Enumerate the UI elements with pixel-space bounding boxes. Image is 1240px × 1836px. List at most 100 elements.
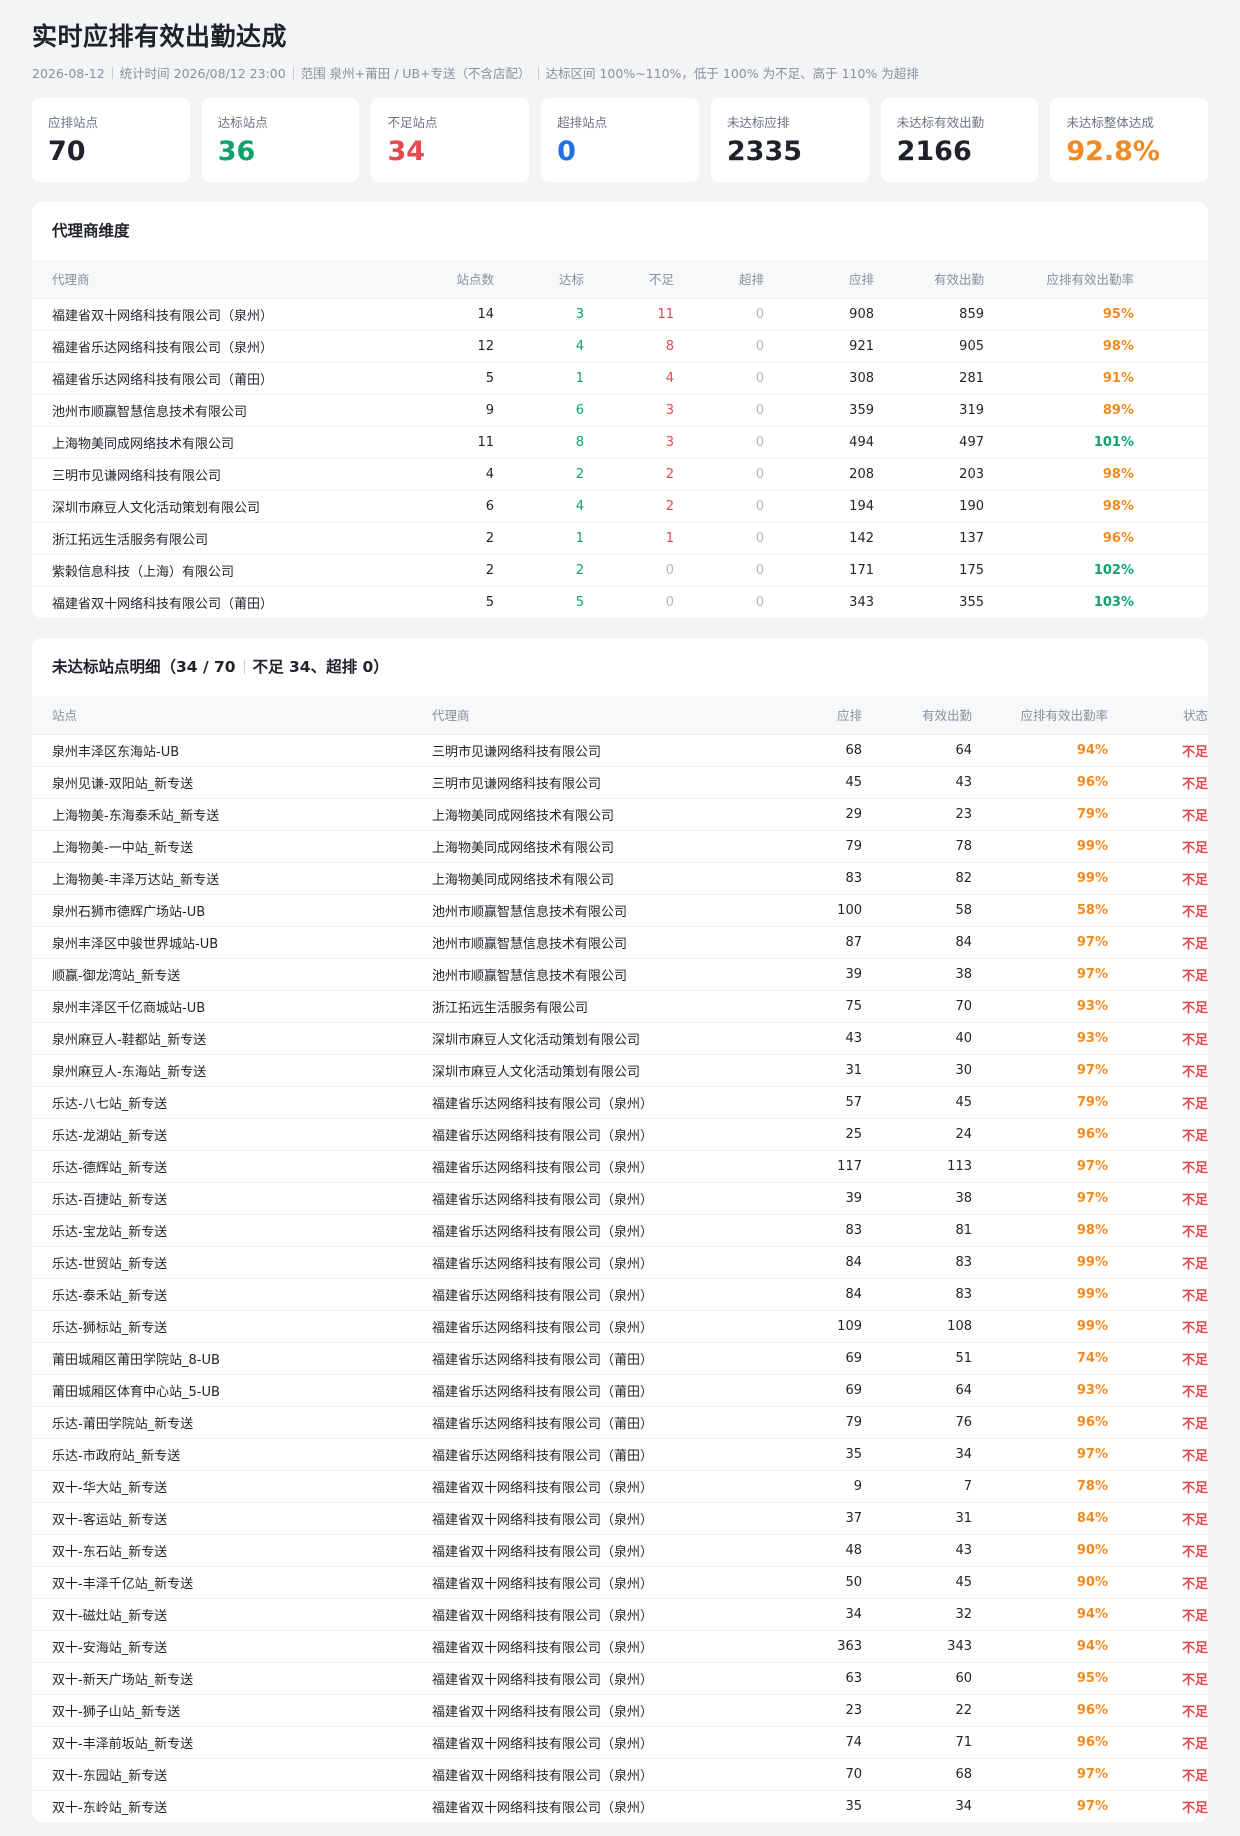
site-name-cell: 泉州石狮市德辉广场站-UB	[32, 893, 412, 926]
kpi-value: 34	[387, 136, 426, 167]
status-badge: 不足	[1108, 861, 1208, 894]
kpi-value: 2166	[896, 136, 972, 167]
scheduled-cell: 63	[712, 1661, 862, 1694]
status-badge: 不足	[1108, 1021, 1208, 1054]
site-table-header: 站点 代理商 应排 有效出勤 应排有效出勤率 状态	[32, 696, 1208, 734]
column-header[interactable]: 应排	[712, 696, 862, 734]
rate-cell: 98%	[972, 1213, 1108, 1246]
status-badge: 不足	[1108, 1789, 1208, 1822]
rule-text: 达标区间 100%~110%，低于 100% 为不足、高于 110% 为超排	[545, 66, 919, 81]
table-row[interactable]: 泉州丰泽区东海站-UB 三明市见谦网络科技有限公司 68 64 94% 不足	[32, 733, 1208, 766]
table-row[interactable]: 福建省双十网络科技有限公司（泉州） 14 3 11 0 908 859 95%	[32, 297, 1208, 330]
agent-name-cell: 浙江拓远生活服务有限公司	[412, 989, 712, 1022]
row-spacer	[1134, 553, 1208, 586]
table-row[interactable]: 泉州石狮市德辉广场站-UB 池州市顺赢智慧信息技术有限公司 100 58 58% 不足	[32, 893, 1208, 926]
table-row[interactable]: 上海物美-丰泽万达站_新专送 上海物美同成网络技术有限公司 83 82 99% 不足	[32, 861, 1208, 894]
table-row[interactable]: 福建省乐达网络科技有限公司（莆田） 5 1 4 0 308 281 91%	[32, 361, 1208, 394]
table-row[interactable]: 双十-安海站_新专送 福建省双十网络科技有限公司（泉州） 363 343 94% 不足	[32, 1629, 1208, 1662]
table-row[interactable]: 泉州麻豆人-鞋都站_新专送 深圳市麻豆人文化活动策划有限公司 43 40 93% 不足	[32, 1021, 1208, 1054]
ok-count-cell: 6	[494, 393, 584, 426]
status-badge: 不足	[1108, 829, 1208, 862]
attendance-cell: 68	[862, 1757, 972, 1790]
table-row[interactable]: 紫榖信息科技（上海）有限公司 2 2 0 0 171 175 102%	[32, 553, 1208, 586]
table-row[interactable]: 双十-东岭站_新专送 福建省双十网络科技有限公司（泉州） 35 34 97% 不足	[32, 1789, 1208, 1822]
table-row[interactable]: 乐达-八七站_新专送 福建省乐达网络科技有限公司（泉州） 57 45 79% 不足	[32, 1085, 1208, 1118]
table-row[interactable]: 双十-磁灶站_新专送 福建省双十网络科技有限公司（泉州） 34 32 94% 不足	[32, 1597, 1208, 1630]
table-row[interactable]: 乐达-泰禾站_新专送 福建省乐达网络科技有限公司（泉州） 84 83 99% 不足	[32, 1277, 1208, 1310]
attendance-cell: 60	[862, 1661, 972, 1694]
rate-cell: 78%	[972, 1469, 1108, 1502]
table-row[interactable]: 乐达-市政府站_新专送 福建省乐达网络科技有限公司（莆田） 35 34 97% 不足	[32, 1437, 1208, 1470]
scheduled-cell: 43	[712, 1021, 862, 1054]
table-row[interactable]: 顺赢-御龙湾站_新专送 池州市顺赢智慧信息技术有限公司 39 38 97% 不足	[32, 957, 1208, 990]
status-badge: 不足	[1108, 1085, 1208, 1118]
table-row[interactable]: 乐达-百捷站_新专送 福建省乐达网络科技有限公司（泉州） 39 38 97% 不足	[32, 1181, 1208, 1214]
table-row[interactable]: 浙江拓远生活服务有限公司 2 1 1 0 142 137 96%	[32, 521, 1208, 554]
column-header[interactable]: 代理商	[412, 696, 712, 734]
table-row[interactable]: 上海物美同成网络技术有限公司 11 8 3 0 494 497 101%	[32, 425, 1208, 458]
table-row[interactable]: 莆田城厢区莆田学院站_8-UB 福建省乐达网络科技有限公司（莆田） 69 51 74% 不…	[32, 1341, 1208, 1374]
rate-cell: 79%	[972, 797, 1108, 830]
over-count-cell: 0	[674, 393, 764, 426]
table-row[interactable]: 福建省乐达网络科技有限公司（泉州） 12 4 8 0 921 905 98%	[32, 329, 1208, 362]
attendance-cell: 859	[874, 297, 984, 330]
site-name-cell: 乐达-泰禾站_新专送	[32, 1277, 412, 1310]
table-row[interactable]: 池州市顺赢智慧信息技术有限公司 9 6 3 0 359 319 89%	[32, 393, 1208, 426]
table-row[interactable]: 福建省双十网络科技有限公司（莆田） 5 5 0 0 343 355 103%	[32, 585, 1208, 618]
table-row[interactable]: 双十-新天广场站_新专送 福建省双十网络科技有限公司（泉州） 63 60 95% 不足	[32, 1661, 1208, 1694]
scheduled-cell: 68	[712, 733, 862, 766]
divider	[292, 67, 294, 79]
status-badge: 不足	[1108, 1245, 1208, 1278]
column-header[interactable]: 有效出勤	[874, 260, 984, 298]
rate-cell: 99%	[972, 829, 1108, 862]
column-header[interactable]: 有效出勤	[862, 696, 972, 734]
kpi-card-unmet-scheduled: 未达标应排 2335	[710, 98, 869, 182]
table-row[interactable]: 泉州丰泽区中骏世界城站-UB 池州市顺赢智慧信息技术有限公司 87 84 97% 不足	[32, 925, 1208, 958]
column-header[interactable]: 代理商	[32, 260, 422, 298]
table-row[interactable]: 泉州丰泽区千亿商城站-UB 浙江拓远生活服务有限公司 75 70 93% 不足	[32, 989, 1208, 1022]
rate-cell: 90%	[972, 1533, 1108, 1566]
scheduled-cell: 34	[712, 1597, 862, 1630]
column-header[interactable]: 应排有效出勤率	[984, 260, 1134, 298]
table-row[interactable]: 乐达-世贸站_新专送 福建省乐达网络科技有限公司（泉州） 84 83 99% 不足	[32, 1245, 1208, 1278]
table-row[interactable]: 双十-丰泽前坂站_新专送 福建省双十网络科技有限公司（泉州） 74 71 96% 不足	[32, 1725, 1208, 1758]
kpi-card-short-sites: 不足站点 34	[371, 98, 530, 182]
table-row[interactable]: 上海物美-一中站_新专送 上海物美同成网络技术有限公司 79 78 99% 不足	[32, 829, 1208, 862]
short-count-cell: 2	[584, 457, 674, 490]
table-row[interactable]: 上海物美-东海泰禾站_新专送 上海物美同成网络技术有限公司 29 23 79% 不足	[32, 797, 1208, 830]
status-badge: 不足	[1108, 1533, 1208, 1566]
attendance-cell: 43	[862, 1533, 972, 1566]
column-header[interactable]: 应排	[764, 260, 874, 298]
table-row[interactable]: 乐达-莆田学院站_新专送 福建省乐达网络科技有限公司（莆田） 79 76 96% 不足	[32, 1405, 1208, 1438]
table-row[interactable]: 双十-东石站_新专送 福建省双十网络科技有限公司（泉州） 48 43 90% 不足	[32, 1533, 1208, 1566]
attendance-cell: 34	[862, 1789, 972, 1822]
table-row[interactable]: 深圳市麻豆人文化活动策划有限公司 6 4 2 0 194 190 98%	[32, 489, 1208, 522]
site-name-cell: 双十-新天广场站_新专送	[32, 1661, 412, 1694]
table-row[interactable]: 泉州见谦-双阳站_新专送 三明市见谦网络科技有限公司 45 43 96% 不足	[32, 765, 1208, 798]
scheduled-cell: 29	[712, 797, 862, 830]
table-row[interactable]: 双十-丰泽千亿站_新专送 福建省双十网络科技有限公司（泉州） 50 45 90% 不足	[32, 1565, 1208, 1598]
column-header[interactable]: 站点数	[422, 260, 494, 298]
short-count-cell: 3	[584, 393, 674, 426]
table-row[interactable]: 双十-客运站_新专送 福建省双十网络科技有限公司（泉州） 37 31 84% 不足	[32, 1501, 1208, 1534]
column-header[interactable]: 状态	[1108, 696, 1208, 734]
table-row[interactable]: 双十-狮子山站_新专送 福建省双十网络科技有限公司（泉州） 23 22 96% 不足	[32, 1693, 1208, 1726]
table-row[interactable]: 双十-东园站_新专送 福建省双十网络科技有限公司（泉州） 70 68 97% 不足	[32, 1757, 1208, 1790]
column-header[interactable]: 达标	[494, 260, 584, 298]
column-header[interactable]: 站点	[32, 696, 412, 734]
column-header[interactable]: 不足	[584, 260, 674, 298]
table-row[interactable]: 三明市见谦网络科技有限公司 4 2 2 0 208 203 98%	[32, 457, 1208, 490]
agent-name-cell: 福建省乐达网络科技有限公司（泉州）	[412, 1085, 712, 1118]
table-row[interactable]: 莆田城厢区体育中心站_5-UB 福建省乐达网络科技有限公司（莆田） 69 64 93% 不…	[32, 1373, 1208, 1406]
table-row[interactable]: 乐达-宝龙站_新专送 福建省乐达网络科技有限公司（泉州） 83 81 98% 不足	[32, 1213, 1208, 1246]
agent-name-cell: 池州市顺赢智慧信息技术有限公司	[412, 957, 712, 990]
column-header[interactable]: 应排有效出勤率	[972, 696, 1108, 734]
table-row[interactable]: 乐达-狮标站_新专送 福建省乐达网络科技有限公司（泉州） 109 108 99% 不足	[32, 1309, 1208, 1342]
agent-name-cell: 福建省双十网络科技有限公司（泉州）	[412, 1629, 712, 1662]
table-row[interactable]: 泉州麻豆人-东海站_新专送 深圳市麻豆人文化活动策划有限公司 31 30 97% 不足	[32, 1053, 1208, 1086]
column-header[interactable]: 超排	[674, 260, 764, 298]
table-row[interactable]: 乐达-德辉站_新专送 福建省乐达网络科技有限公司（泉州） 117 113 97% 不足	[32, 1149, 1208, 1182]
table-row[interactable]: 乐达-龙湖站_新专送 福建省乐达网络科技有限公司（泉州） 25 24 96% 不足	[32, 1117, 1208, 1150]
attendance-cell: 71	[862, 1725, 972, 1758]
table-row[interactable]: 双十-华大站_新专送 福建省双十网络科技有限公司（泉州） 9 7 78% 不足	[32, 1469, 1208, 1502]
